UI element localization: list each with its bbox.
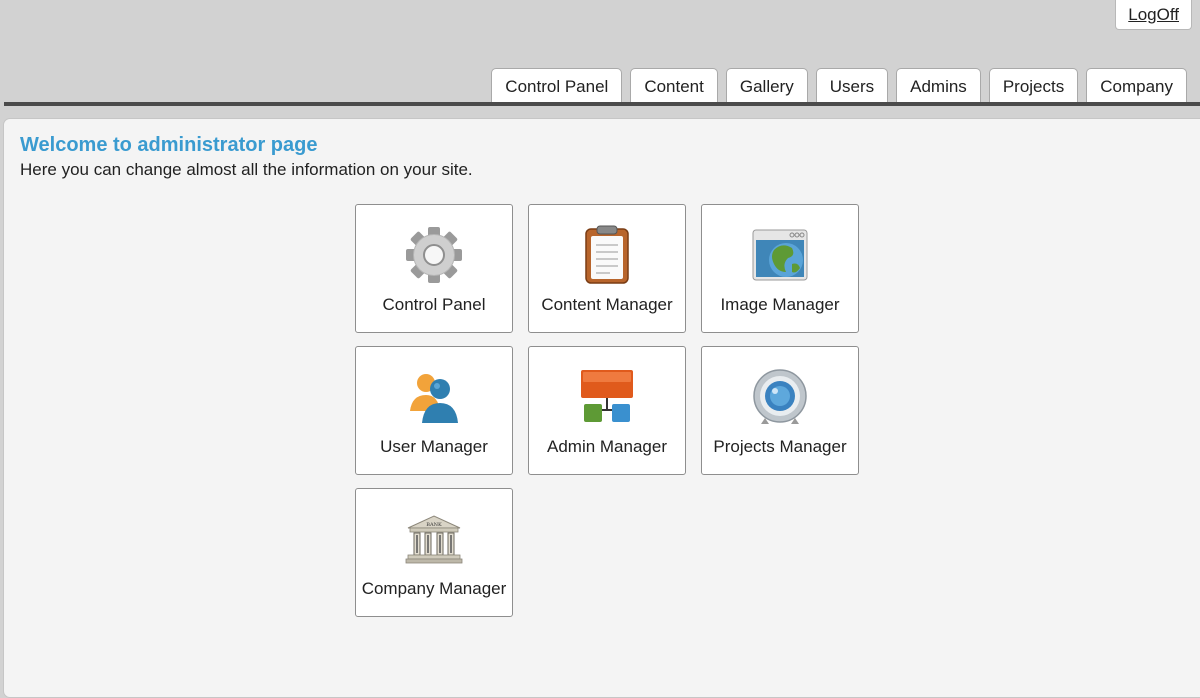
hierarchy-icon bbox=[577, 367, 637, 427]
globe-window-icon bbox=[750, 225, 810, 285]
tab-company[interactable]: Company bbox=[1086, 68, 1187, 104]
tab-projects[interactable]: Projects bbox=[988, 68, 1079, 104]
main-nav-tabs: Control Panel Content Gallery Users Admi… bbox=[491, 68, 1187, 104]
logoff-link[interactable]: LogOff bbox=[1115, 0, 1192, 30]
tab-admins[interactable]: Admins bbox=[896, 68, 981, 104]
company-manager-label: Company Manager bbox=[361, 579, 507, 598]
webcam-icon bbox=[750, 367, 810, 427]
control-panel-label: Control Panel bbox=[382, 295, 486, 314]
content-manager-label: Content Manager bbox=[541, 295, 673, 314]
control-panel-tile[interactable]: Control Panel bbox=[355, 204, 513, 333]
bank-icon: BANK bbox=[404, 509, 464, 569]
projects-manager-label: Projects Manager bbox=[713, 437, 847, 456]
clipboard-icon bbox=[577, 225, 637, 285]
tab-gallery[interactable]: Gallery bbox=[725, 68, 808, 104]
tab-control-panel[interactable]: Control Panel bbox=[491, 68, 623, 104]
tab-content[interactable]: Content bbox=[630, 68, 718, 104]
users-icon bbox=[404, 367, 464, 427]
admin-manager-tile[interactable]: Admin Manager bbox=[528, 346, 686, 475]
user-manager-label: User Manager bbox=[380, 437, 488, 456]
content-manager-tile[interactable]: Content Manager bbox=[528, 204, 686, 333]
user-manager-tile[interactable]: User Manager bbox=[355, 346, 513, 475]
page-title: Welcome to administrator page bbox=[20, 134, 318, 156]
nav-divider bbox=[4, 102, 1200, 106]
tab-users[interactable]: Users bbox=[815, 68, 889, 104]
admin-manager-label: Admin Manager bbox=[546, 437, 667, 456]
gear-icon bbox=[404, 225, 464, 285]
manager-grid: Control Panel Content Manager Image Mana… bbox=[355, 204, 859, 617]
company-manager-tile[interactable]: BANK Company Manager bbox=[355, 488, 513, 617]
page-subtitle: Here you can change almost all the infor… bbox=[20, 160, 473, 179]
image-manager-tile[interactable]: Image Manager bbox=[701, 204, 859, 333]
image-manager-label: Image Manager bbox=[720, 295, 840, 314]
svg-text:BANK: BANK bbox=[426, 522, 442, 528]
projects-manager-tile[interactable]: Projects Manager bbox=[701, 346, 859, 475]
